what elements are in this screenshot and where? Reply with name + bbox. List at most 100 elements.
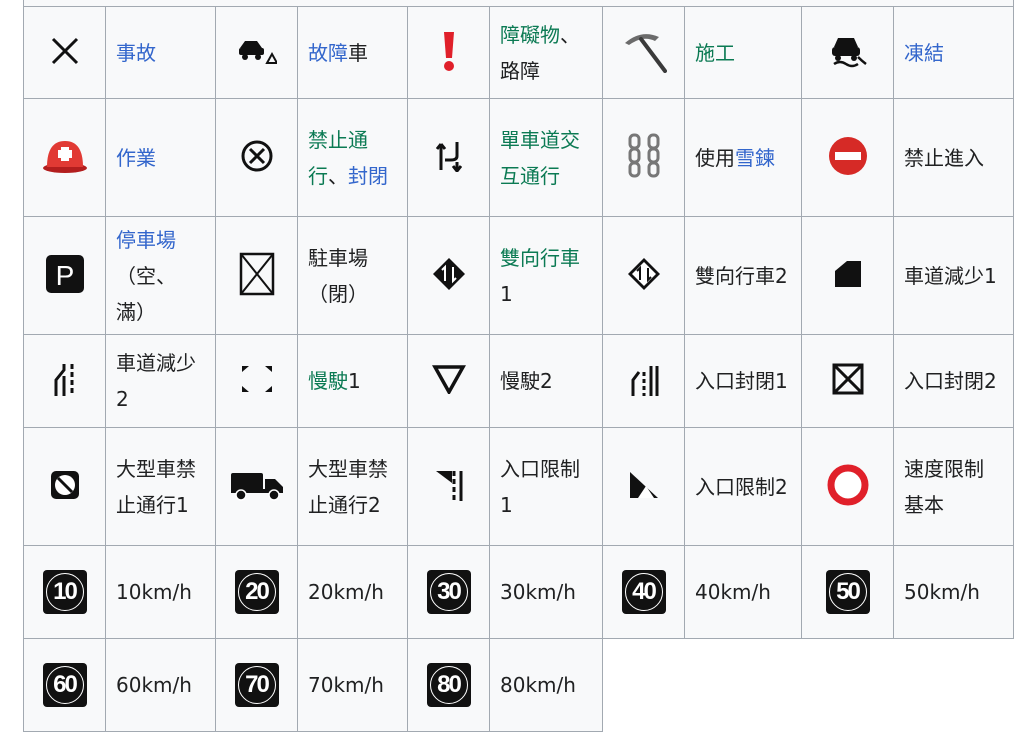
sign-description-cell: 使用雪鍊 [684, 98, 802, 217]
description-link[interactable]: 凍結 [904, 41, 944, 65]
description-text: 雙向行車2 [695, 263, 788, 288]
description-link[interactable]: 施工 [695, 41, 735, 65]
sign-description-cell: 障礙物、路障 [489, 6, 603, 99]
description-text: 入口封閉1 [695, 369, 788, 393]
description-text: 、 [328, 163, 348, 188]
sign-description-cell: 60km/h [105, 638, 216, 732]
sign-description-cell: 80km/h [489, 638, 603, 732]
speed-sign-number: 10 [53, 578, 78, 605]
speed-10-icon: 10 [42, 570, 87, 614]
sign-description-cell: 禁止通行、封閉 [297, 98, 408, 217]
sign-description-cell: 40km/h [684, 545, 802, 639]
description-text: 50km/h [904, 580, 980, 604]
description-text: 1 [348, 369, 361, 393]
svg-text:P: P [55, 260, 74, 291]
lane-reduction-2-icon [52, 362, 78, 400]
description-text: 大型車禁止通行1 [116, 456, 196, 517]
road-sign-table: 事故 故障車 障礙物、路障 施工 凍結作業 禁止通行、封閉 單車道交互通行 使用雪鍊 禁止進入 P… [23, 6, 1014, 732]
sign-icon-cell: 80 [407, 638, 490, 732]
slow-down-2-icon [431, 364, 466, 398]
description-link[interactable]: 事故 [116, 41, 156, 65]
sign-icon-cell: 60 [23, 638, 106, 732]
sign-icon-cell [215, 334, 298, 428]
sign-icon-cell [602, 427, 685, 546]
sign-description-cell: 20km/h [297, 545, 408, 639]
alternating-lanes-icon [435, 140, 462, 176]
speed-60-icon: 60 [42, 663, 87, 707]
empty-cell [893, 638, 1014, 732]
sign-icon-cell [801, 427, 894, 546]
sign-description-cell: 事故 [105, 6, 216, 99]
table-row: 大型車禁止通行1 大型車禁止通行2 入口限制1 入口限制2 速度限制基本 [23, 427, 1014, 546]
table-row: 10 10km/h 20 20km/h 30 30km/h 40 40km/h 50 50km/h [23, 545, 1014, 639]
sign-description-cell: 入口限制2 [684, 427, 802, 546]
description-text: 駐車場（閉） [308, 245, 368, 306]
description-link[interactable]: 障礙物 [500, 23, 560, 47]
description-link[interactable]: 故障 [308, 41, 348, 65]
parking-icon: P [45, 254, 85, 298]
description-link[interactable]: 停車場 [116, 228, 176, 252]
description-link[interactable]: 封閉 [348, 164, 388, 188]
description-text: 入口限制1 [500, 456, 580, 517]
sign-description-cell: 10km/h [105, 545, 216, 639]
empty-cell [602, 638, 685, 732]
speed-50-icon: 50 [825, 570, 870, 614]
description-link[interactable]: 單車道交互通行 [500, 128, 580, 188]
sign-icon-cell: 50 [801, 545, 894, 639]
sign-icon-cell: 20 [215, 545, 298, 639]
speed-20-icon: 20 [234, 570, 279, 614]
sign-icon-cell [215, 98, 298, 217]
speed-sign-number: 80 [437, 671, 462, 698]
sign-icon-cell [23, 98, 106, 217]
broken-car-icon [237, 36, 279, 70]
sign-icon-cell [23, 334, 106, 428]
sign-icon-cell [801, 216, 894, 335]
speed-limit-ring-icon [826, 463, 870, 511]
description-text: 入口封閉2 [904, 369, 997, 393]
speed-sign-number: 40 [632, 578, 657, 605]
description-link[interactable]: 雪鍊 [735, 146, 775, 170]
description-link[interactable]: 慢駛 [308, 369, 348, 393]
speed-80-icon: 80 [426, 663, 471, 707]
empty-cell [801, 638, 894, 732]
sign-description-cell: 禁止進入 [893, 98, 1014, 217]
speed-sign-number: 30 [437, 578, 462, 605]
description-link[interactable]: 作業 [116, 146, 156, 170]
description-link[interactable]: 雙向行車 [500, 246, 580, 270]
truck-icon [230, 469, 284, 505]
sign-icon-cell: 40 [602, 545, 685, 639]
sign-description-cell: 車道減少2 [105, 334, 216, 428]
sign-description-cell: 入口封閉2 [893, 334, 1014, 428]
skidding-car-icon [828, 33, 868, 73]
sign-icon-cell [801, 98, 894, 217]
sign-description-cell: 速度限制基本 [893, 427, 1014, 546]
sign-description-cell: 施工 [684, 6, 802, 99]
speed-30-icon: 30 [426, 570, 471, 614]
description-text: 車道減少2 [116, 351, 196, 411]
empty-cell [684, 638, 802, 732]
sign-icon-cell [215, 427, 298, 546]
parking-closed-icon [239, 252, 275, 300]
sign-icon-cell: P [23, 216, 106, 335]
exclamation-icon [439, 30, 459, 76]
sign-description-cell: 大型車禁止通行2 [297, 427, 408, 546]
table-row: 作業 禁止通行、封閉 單車道交互通行 使用雪鍊 禁止進入 [23, 98, 1014, 217]
entrance-restriction-2-icon [628, 470, 660, 504]
entrance-closed-2-icon [831, 362, 865, 400]
sign-icon-cell [407, 216, 490, 335]
sign-description-cell: 慢駛1 [297, 334, 408, 428]
sign-icon-cell [215, 216, 298, 335]
sign-icon-cell [602, 216, 685, 335]
description-text: 禁止進入 [904, 145, 984, 170]
description-text: 車 [348, 40, 368, 65]
sign-description-cell: 作業 [105, 98, 216, 217]
description-text: 車道減少1 [904, 263, 997, 288]
sign-icon-cell [23, 427, 106, 546]
no-entry-icon [828, 136, 868, 180]
speed-sign-number: 20 [245, 578, 270, 605]
description-text: 大型車禁止通行2 [308, 456, 388, 517]
description-text: 20km/h [308, 580, 384, 604]
description-text: 1 [500, 281, 513, 306]
sign-icon-cell [407, 98, 490, 217]
description-text: 慢駛2 [500, 369, 553, 393]
